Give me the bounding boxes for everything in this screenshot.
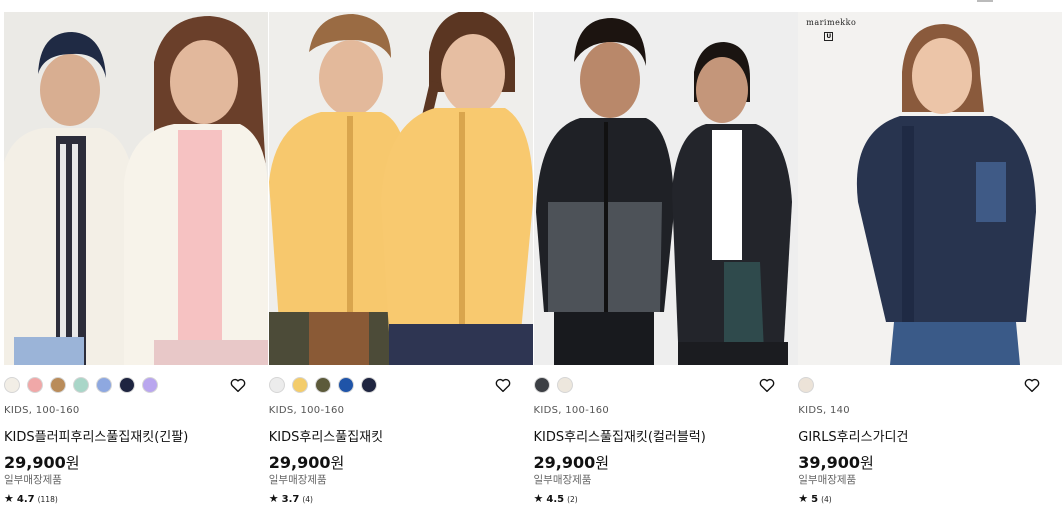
availability-note: 일부매장제품 (4, 474, 62, 486)
favorite-button[interactable] (1023, 376, 1041, 394)
rating-score: 4.5 (546, 494, 565, 505)
price-currency: 원 (860, 454, 874, 472)
color-swatch[interactable] (142, 377, 158, 393)
favorite-button[interactable] (494, 376, 512, 394)
review-count[interactable]: (4) (821, 495, 832, 504)
product-photo-illustration (4, 12, 268, 365)
heart-outline-icon (759, 378, 775, 393)
product-name[interactable]: KIDS후리스풀집재킷(컬러블럭) (534, 426, 706, 445)
heart-outline-icon (1024, 378, 1040, 393)
color-swatch[interactable] (96, 377, 112, 393)
heart-outline-icon (495, 378, 510, 393)
color-swatch[interactable] (337, 377, 354, 393)
color-swatches (268, 375, 377, 395)
product-name[interactable]: KIDS후리스풀집재킷 (269, 426, 383, 445)
color-swatches (533, 375, 573, 395)
star-icon: ★ (268, 492, 279, 505)
favorite-button[interactable] (229, 376, 247, 394)
product-price: 39,900원 (798, 452, 874, 473)
product-name[interactable]: GIRLS후리스가디건 (798, 426, 908, 445)
brand-logo-text: marimekko (806, 18, 857, 27)
brand-logo-icon: U (824, 32, 834, 41)
availability-note: 일부매장제품 (533, 474, 592, 486)
color-swatch[interactable] (268, 377, 285, 393)
product-meta: KIDS, 100-160 (4, 405, 80, 416)
corner-mark (977, 0, 993, 2)
color-swatches (4, 375, 158, 395)
product-rating: ★ 4.7 (118) (4, 492, 58, 505)
price-currency: 원 (65, 454, 80, 472)
rating-score: 3.7 (281, 494, 300, 505)
color-swatch[interactable] (556, 377, 573, 393)
product-card[interactable]: KIDS, 100-160 KIDS후리스풀집재킷 29,900원 일부매장제품… (268, 12, 534, 524)
color-swatch[interactable] (73, 377, 89, 393)
product-rating: ★ 5 (4) (798, 492, 831, 505)
color-swatch[interactable] (798, 377, 815, 393)
product-card[interactable]: marimekko U KIDS, 140 GIRLS후리스가디건 39,900… (798, 12, 1063, 524)
availability-note: 일부매장제품 (798, 474, 857, 486)
top-strip (0, 0, 1063, 6)
product-meta: KIDS, 100-160 (268, 405, 345, 416)
color-swatch[interactable] (27, 377, 43, 393)
star-icon: ★ (798, 492, 809, 505)
star-icon: ★ (533, 492, 544, 505)
color-swatch[interactable] (119, 377, 135, 393)
product-card[interactable]: KIDS, 100-160 KIDS플러피후리스풀집재킷(긴팔) 29,900원… (4, 12, 269, 524)
star-icon: ★ (4, 492, 14, 505)
product-price: 29,900원 (4, 452, 80, 473)
product-card[interactable]: KIDS, 100-160 KIDS후리스풀집재킷(컬러블럭) 29,900원 … (533, 12, 799, 524)
product-photo-illustration (533, 12, 798, 365)
price-currency: 원 (330, 454, 345, 472)
price-amount: 29,900 (533, 453, 596, 472)
color-swatch[interactable] (533, 377, 550, 393)
product-price: 29,900원 (534, 452, 610, 473)
review-count[interactable]: (4) (302, 495, 313, 504)
review-count[interactable]: (2) (567, 495, 578, 504)
color-swatch[interactable] (50, 377, 66, 393)
product-photo-illustration (268, 12, 533, 365)
color-swatch[interactable] (4, 377, 20, 393)
availability-note: 일부매장제품 (268, 474, 327, 486)
rating-score: 5 (811, 494, 819, 505)
product-image[interactable]: marimekko U (798, 12, 1063, 365)
product-photo-illustration (798, 12, 1063, 365)
review-count[interactable]: (118) (38, 495, 58, 504)
favorite-button[interactable] (758, 376, 776, 394)
color-swatch[interactable] (314, 377, 331, 393)
price-amount: 39,900 (798, 453, 860, 472)
rating-score: 4.7 (16, 494, 35, 505)
price-amount: 29,900 (4, 453, 66, 472)
price-currency: 원 (595, 454, 610, 472)
product-meta: KIDS, 100-160 (533, 405, 610, 416)
product-image[interactable] (4, 12, 268, 365)
color-swatches (798, 375, 815, 395)
color-swatch[interactable] (360, 377, 377, 393)
product-rating: ★ 3.7 (4) (269, 492, 313, 505)
product-image[interactable] (533, 12, 798, 365)
product-rating: ★ 4.5 (2) (534, 492, 578, 505)
product-price: 29,900원 (269, 452, 345, 473)
color-swatch[interactable] (291, 377, 308, 393)
product-image[interactable] (268, 12, 533, 365)
product-meta: KIDS, 140 (798, 405, 850, 416)
price-amount: 29,900 (268, 453, 331, 472)
product-name[interactable]: KIDS플러피후리스풀집재킷(긴팔) (4, 426, 188, 445)
heart-outline-icon (230, 378, 246, 393)
product-grid: KIDS, 100-160 KIDS플러피후리스풀집재킷(긴팔) 29,900원… (4, 12, 1063, 524)
